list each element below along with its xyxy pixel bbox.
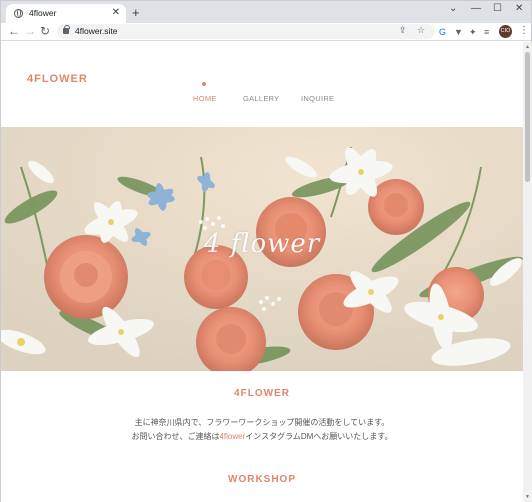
scroll-up-arrow-icon[interactable]: ▲ [525, 44, 530, 50]
globe-icon [14, 9, 23, 18]
reading-list-icon[interactable]: ≡ [484, 27, 489, 37]
browser-toolbar: ← → ↻ 4flower.site ⇪ ☆ G ▼ ✦ ≡ [1, 23, 531, 41]
instagram-link[interactable]: 4flower [219, 432, 245, 441]
back-arrow-icon[interactable]: ← [8, 24, 20, 38]
about-line-2-before: お問い合わせ、ご連絡は [131, 432, 220, 441]
translate-extension-icon[interactable]: G [439, 27, 446, 37]
lock-icon[interactable] [63, 25, 70, 34]
nav-inquire[interactable]: INQUIRE [301, 94, 334, 103]
hero-title: 4 flower [203, 229, 321, 259]
about-line-2-after: インスタグラムDMへお願いいたします。 [245, 432, 393, 441]
browser-tab[interactable]: 4flower ✕ [6, 4, 126, 23]
tab-strip: 4flower ✕ + ⌄ — ☐ ✕ [1, 1, 531, 23]
nav-gallery[interactable]: GALLERY [243, 94, 280, 103]
site-logo[interactable]: 4FLOWER [27, 73, 88, 85]
nav-home[interactable]: HOME [193, 94, 217, 103]
tab-title: 4flower [29, 8, 57, 18]
scrollbar-thumb[interactable] [525, 52, 530, 182]
new-tab-button[interactable]: + [132, 5, 140, 20]
about-line-1: 主に神奈川県内で、フラワーワークショップ開催の活動をしています。 [134, 418, 390, 427]
profile-avatar[interactable]: CIO [499, 25, 512, 38]
about-title: 4FLOWER [234, 388, 290, 399]
hero-image: 4 flower [1, 127, 523, 371]
window-close-button[interactable]: ✕ [515, 3, 523, 14]
share-icon[interactable]: ⇪ [399, 25, 407, 36]
active-nav-indicator [202, 82, 206, 86]
bookmark-star-icon[interactable]: ☆ [417, 25, 425, 36]
page-scrollbar[interactable]: ▲ ▼ [523, 42, 532, 502]
extensions-puzzle-icon[interactable]: ✦ [469, 27, 477, 38]
url-text: 4flower.site [75, 26, 118, 36]
forward-arrow-icon[interactable]: → [24, 24, 36, 38]
page-viewport: 4FLOWER HOME GALLERY INQUIRE 4 flower 4F… [1, 42, 523, 502]
workshop-title: WORKSHOP [228, 474, 296, 485]
about-line-2: お問い合わせ、ご連絡は4flowerインスタグラムDMへお願いいたします。 [1, 431, 523, 442]
reload-icon[interactable]: ↻ [40, 24, 50, 38]
address-bar[interactable]: 4flower.site ⇪ ☆ [57, 24, 435, 39]
filter-extension-icon[interactable]: ▼ [454, 27, 463, 37]
minimize-button[interactable]: — [471, 3, 481, 14]
tab-search-icon[interactable]: ⌄ [449, 3, 457, 14]
scroll-down-arrow-icon[interactable]: ▼ [525, 494, 530, 500]
close-tab-icon[interactable]: ✕ [112, 7, 120, 18]
maximize-button[interactable]: ☐ [493, 3, 502, 14]
browser-window: 4flower ✕ + ⌄ — ☐ ✕ ← → ↻ 4flower.site ⇪… [0, 0, 532, 502]
menu-kebab-icon[interactable]: ⋮ [519, 25, 529, 36]
